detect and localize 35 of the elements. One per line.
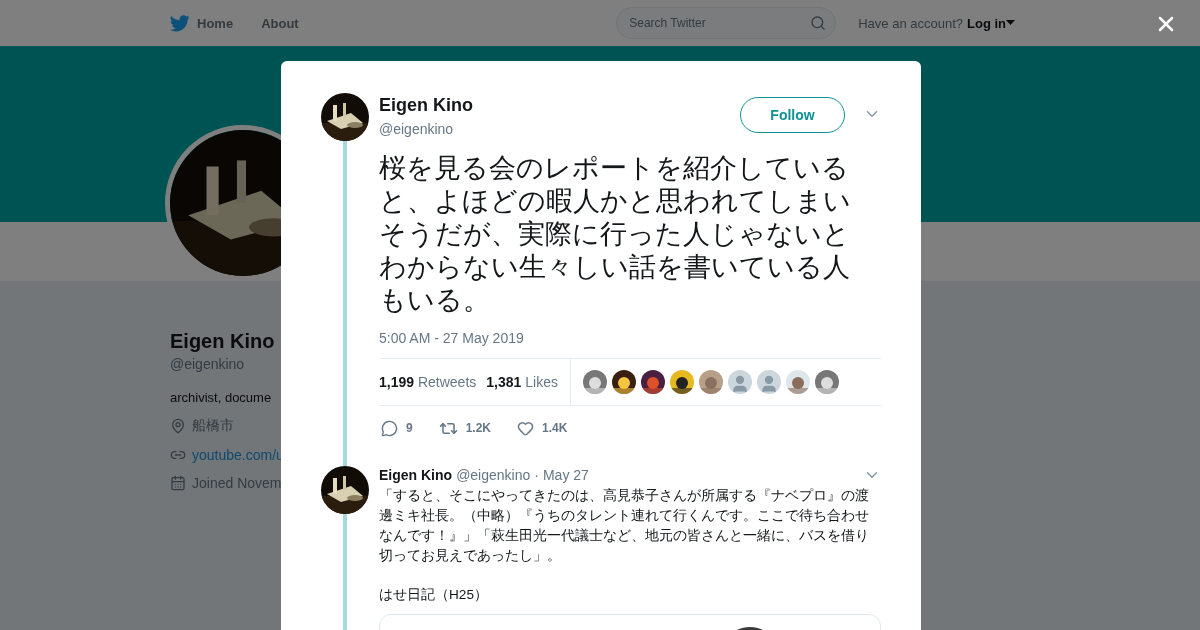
retweet-button[interactable]: 1.2K — [438, 418, 492, 438]
login-link[interactable]: Log in — [967, 15, 1015, 31]
caret-icon — [1006, 20, 1015, 26]
reply-date[interactable]: May 27 — [542, 467, 589, 483]
profile-bio: archivist, docume — [170, 390, 272, 405]
location-icon — [170, 418, 186, 434]
likes-count[interactable]: 1,381 Likes — [486, 374, 558, 390]
bird-icon — [170, 14, 190, 32]
default-avatar-icon[interactable] — [727, 370, 752, 394]
search-field[interactable]: Search Twitter — [616, 7, 837, 39]
tweet-timestamp[interactable]: 5:00 AM - 27 May 2019 — [379, 330, 881, 346]
default-avatar-icon[interactable] — [756, 370, 781, 394]
profile-joined: Joined Novem — [192, 475, 282, 491]
tweet-text: 桜を見る会のレポートを紹介していると、よほどの暇人かと思われてしまいそうだが、実際に行った人じゃないとわからない生々しい話を書いている人もいる。 — [379, 151, 852, 316]
follow-button[interactable]: Follow — [740, 97, 845, 133]
account-prompt: Have an account? — [858, 15, 963, 31]
reply-icon — [381, 419, 398, 437]
heart-icon — [517, 419, 535, 437]
nav-link[interactable]: About — [261, 15, 299, 31]
calendar-icon — [170, 475, 186, 491]
reply-author-handle[interactable]: @eigenkino — [456, 467, 531, 483]
nav-link[interactable]: Home — [170, 14, 234, 32]
retweets-count[interactable]: 1,199 Retweets — [379, 374, 477, 390]
reply-button[interactable]: 9 — [381, 419, 413, 437]
author-handle[interactable]: @eigenkino — [379, 121, 740, 137]
profile-handle: @eigenkino — [170, 356, 245, 372]
reply-source: はせ日記（H25） — [379, 586, 489, 604]
author-name[interactable]: Eigen Kino — [379, 95, 740, 116]
profile-location: 船橋市 — [192, 417, 234, 435]
separator: · — [534, 467, 539, 483]
reply-text: 「すると、そこにやってきたのは、高見恭子さんが所属する『ナベプロ』の渡邊ミキ社長。（中略）『うちのタレント連れて行くんです。ここで待ち合わせなんです！』」「萩生田光一代議士など、地元の皆さんと一緒に、バスを借り切ってお見えであったし」。 — [379, 487, 870, 565]
like-button[interactable]: 1.4K — [517, 419, 568, 437]
search-icon — [810, 15, 827, 31]
reply-author-name[interactable]: Eigen Kino — [379, 467, 453, 483]
profile-name: Eigen Kino — [170, 330, 275, 353]
